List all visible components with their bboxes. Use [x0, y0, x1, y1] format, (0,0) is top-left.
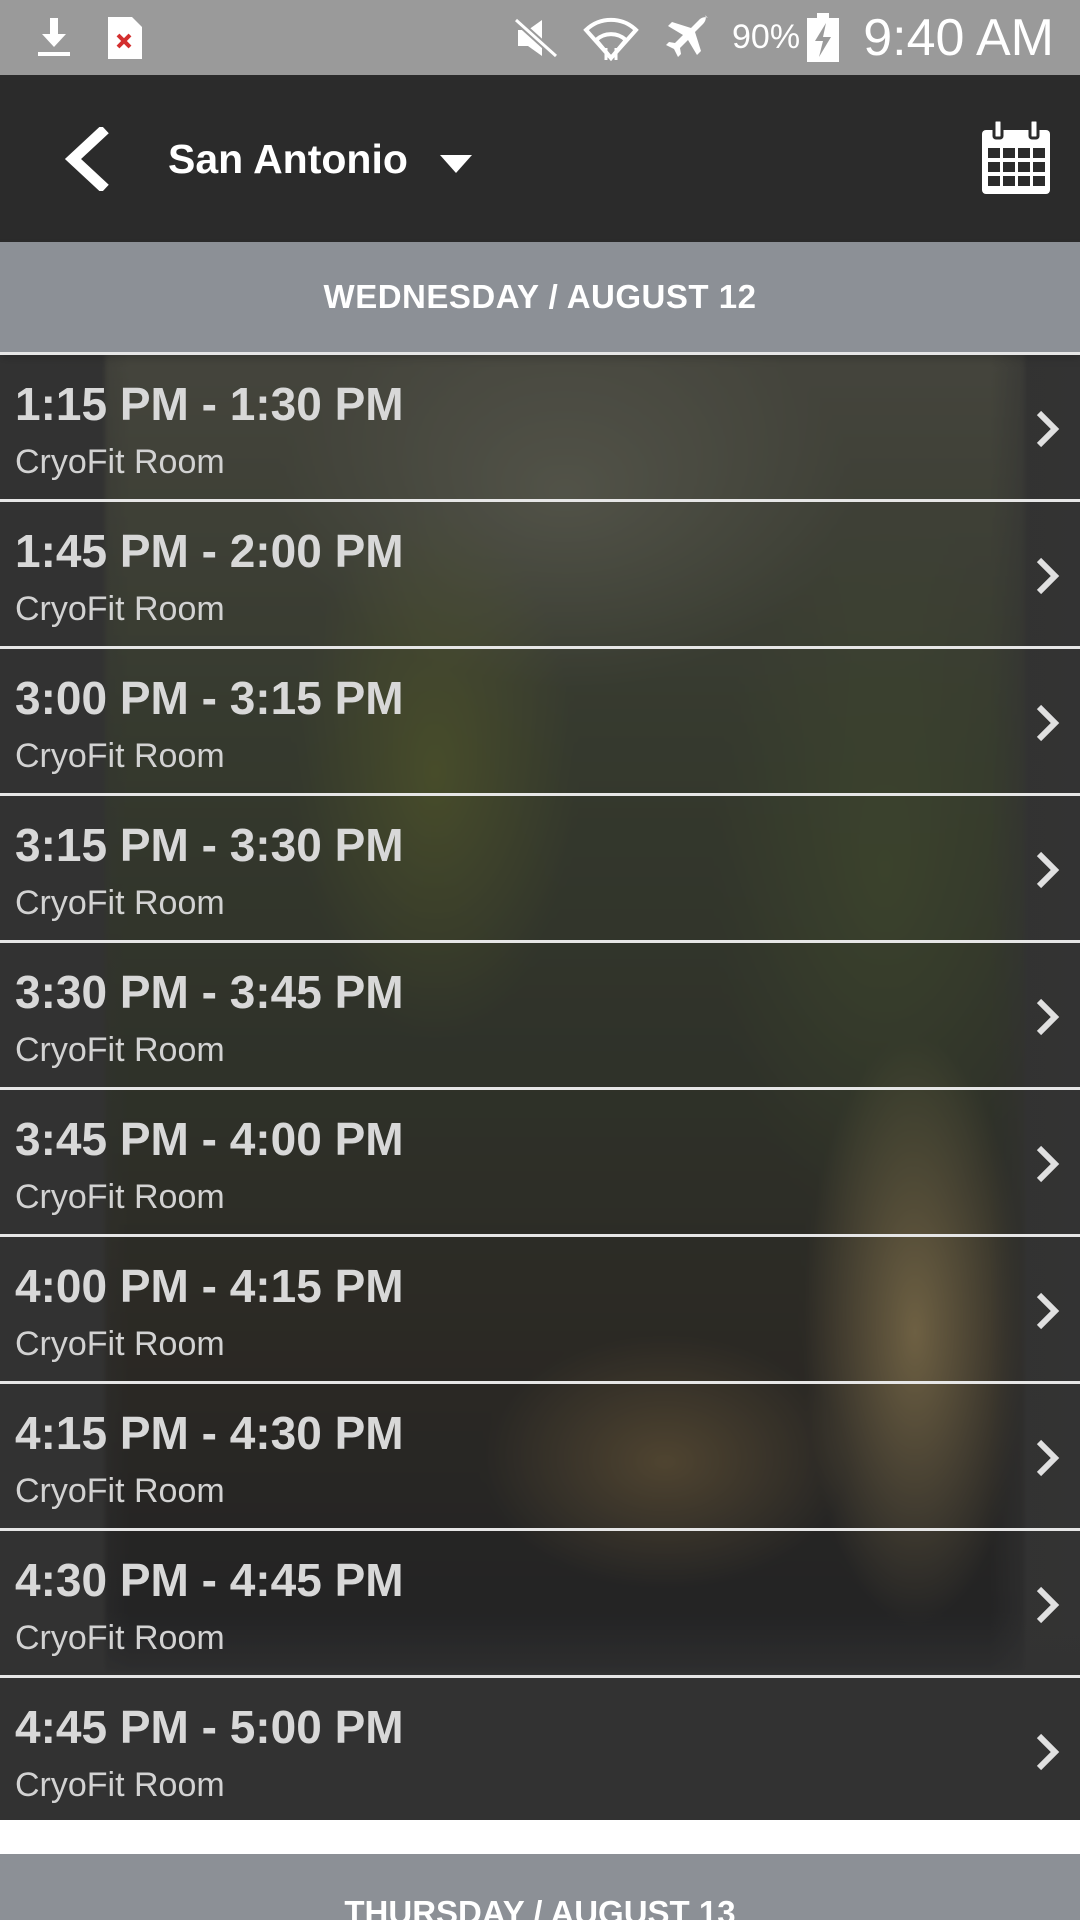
slot-room: CryoFit Room — [15, 1031, 225, 1069]
slot-room: CryoFit Room — [15, 590, 225, 628]
location-dropdown[interactable]: San Antonio — [168, 115, 472, 203]
chevron-right-icon — [1036, 410, 1060, 448]
slot-time: 4:15 PM - 4:30 PM — [15, 1407, 404, 1459]
back-button[interactable] — [52, 121, 122, 197]
next-day-header: THURSDAY / AUGUST 13 — [0, 1854, 1080, 1920]
chevron-right-icon — [1036, 851, 1060, 889]
chevron-right-icon — [1036, 1586, 1060, 1624]
back-icon — [64, 127, 109, 191]
time-slot[interactable]: 4:30 PM - 4:45 PM CryoFit Room — [0, 1528, 1080, 1675]
time-slot[interactable]: 1:45 PM - 2:00 PM CryoFit Room — [0, 499, 1080, 646]
time-slot[interactable]: 4:00 PM - 4:15 PM CryoFit Room — [0, 1234, 1080, 1381]
chevron-right-icon — [1036, 557, 1060, 595]
battery-percent: 90% — [732, 18, 801, 56]
mute-icon — [512, 0, 560, 75]
time-slot[interactable]: 4:45 PM - 5:00 PM CryoFit Room — [0, 1675, 1080, 1822]
day-header: WEDNESDAY / AUGUST 12 — [0, 242, 1080, 352]
slot-time: 1:15 PM - 1:30 PM — [15, 378, 404, 430]
slot-room: CryoFit Room — [15, 443, 225, 481]
app-bar: San Antonio — [0, 75, 1080, 242]
slot-time: 3:30 PM - 3:45 PM — [15, 966, 404, 1018]
chevron-right-icon — [1036, 1292, 1060, 1330]
slot-room: CryoFit Room — [15, 1472, 225, 1510]
chevron-right-icon — [1036, 704, 1060, 742]
slot-room: CryoFit Room — [15, 884, 225, 922]
next-day-header-label: THURSDAY / AUGUST 13 — [344, 1894, 736, 1920]
slot-room: CryoFit Room — [15, 1325, 225, 1363]
airplane-icon — [664, 0, 712, 75]
chevron-right-icon — [1036, 998, 1060, 1036]
time-slot[interactable]: 3:30 PM - 3:45 PM CryoFit Room — [0, 940, 1080, 1087]
chevron-right-icon — [1036, 1145, 1060, 1183]
section-gap — [0, 1820, 1080, 1854]
slot-time: 3:00 PM - 3:15 PM — [15, 672, 404, 724]
slot-time: 1:45 PM - 2:00 PM — [15, 525, 404, 577]
time-slot[interactable]: 3:00 PM - 3:15 PM CryoFit Room — [0, 646, 1080, 793]
slot-room: CryoFit Room — [15, 1619, 225, 1657]
slot-time: 4:45 PM - 5:00 PM — [15, 1701, 404, 1753]
chevron-right-icon — [1036, 1439, 1060, 1477]
slot-room: CryoFit Room — [15, 1178, 225, 1216]
slot-time: 3:45 PM - 4:00 PM — [15, 1113, 404, 1165]
chevron-right-icon — [1036, 1733, 1060, 1771]
status-bar: 90% 9:40 AM — [0, 0, 1080, 75]
wifi-icon — [582, 0, 640, 75]
time-slot[interactable]: 1:15 PM - 1:30 PM CryoFit Room — [0, 352, 1080, 499]
file-error-icon — [106, 0, 144, 75]
time-slot-list: 1:15 PM - 1:30 PM CryoFit Room 1:45 PM -… — [0, 352, 1080, 1822]
location-label: San Antonio — [168, 135, 408, 182]
calendar-button[interactable] — [980, 118, 1052, 196]
slot-room: CryoFit Room — [15, 737, 225, 775]
download-icon — [34, 0, 74, 75]
slot-time: 3:15 PM - 3:30 PM — [15, 819, 404, 871]
caret-down-icon — [439, 154, 472, 178]
slot-room: CryoFit Room — [15, 1766, 225, 1804]
time-slot[interactable]: 3:45 PM - 4:00 PM CryoFit Room — [0, 1087, 1080, 1234]
calendar-icon — [982, 118, 1050, 194]
battery-charging-icon — [806, 0, 840, 75]
time-slot[interactable]: 4:15 PM - 4:30 PM CryoFit Room — [0, 1381, 1080, 1528]
slot-time: 4:00 PM - 4:15 PM — [15, 1260, 404, 1312]
time-slot[interactable]: 3:15 PM - 3:30 PM CryoFit Room — [0, 793, 1080, 940]
slot-time: 4:30 PM - 4:45 PM — [15, 1554, 404, 1606]
clock: 9:40 AM — [863, 8, 1054, 67]
day-header-label: WEDNESDAY / AUGUST 12 — [323, 278, 757, 315]
